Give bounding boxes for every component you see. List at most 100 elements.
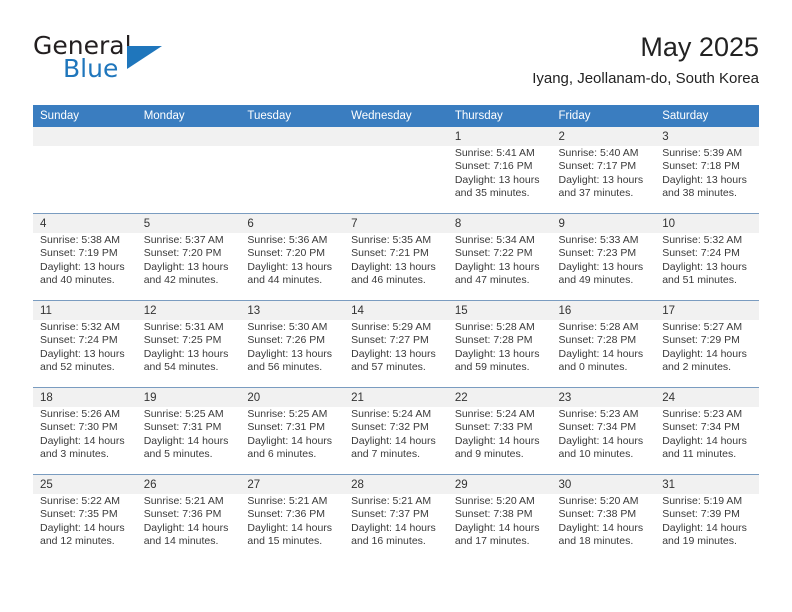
day-info-line: Daylight: 14 hours (662, 521, 747, 534)
day-info-line: Sunset: 7:20 PM (143, 247, 222, 260)
day-info-line: and 3 minutes. (40, 448, 109, 461)
day-info-line: and 49 minutes. (558, 274, 634, 287)
day-info-line: and 59 minutes. (454, 361, 530, 374)
day-number[interactable]: 6 (240, 213, 345, 233)
day-info-line: Daylight: 13 hours (351, 347, 436, 360)
day-info-line: Sunrise: 5:21 AM (247, 495, 328, 507)
day-info-line: Sunset: 7:31 PM (143, 421, 222, 434)
general-blue-logo[interactable]: General Blue (33, 32, 253, 90)
day-number[interactable]: 5 (136, 213, 241, 233)
day-info-line: Daylight: 14 hours (662, 434, 747, 447)
day-info-line: and 38 minutes. (662, 187, 737, 200)
day-number[interactable]: 4 (33, 213, 137, 233)
day-number[interactable]: 28 (344, 474, 448, 494)
day-info-line: Sunset: 7:34 PM (558, 421, 637, 434)
day-number[interactable]: 16 (551, 300, 656, 320)
day-number[interactable]: 1 (447, 127, 552, 146)
blue-triangle-logo-icon (127, 46, 162, 69)
day-cell: Sunrise: 5:28 AM Sunset: 7:28 PM Daylight:… (447, 320, 552, 388)
day-number[interactable]: 27 (240, 474, 345, 494)
day-info-line: Sunset: 7:16 PM (454, 160, 533, 173)
day-cell-empty (240, 146, 345, 214)
day-number[interactable]: 20 (240, 387, 345, 407)
day-info-line: and 9 minutes. (454, 448, 524, 461)
day-info-line: Sunrise: 5:21 AM (351, 495, 432, 507)
day-info-line: and 14 minutes. (143, 535, 219, 548)
day-info-line: Sunrise: 5:24 AM (351, 408, 432, 420)
day-number[interactable]: 24 (655, 387, 759, 407)
day-info-line: Sunrise: 5:26 AM (40, 408, 120, 420)
day-info-line: and 0 minutes. (558, 361, 628, 374)
day-number[interactable]: 14 (344, 300, 448, 320)
day-cell: Sunrise: 5:38 AM Sunset: 7:19 PM Daylight:… (33, 233, 137, 301)
day-number[interactable]: 10 (655, 213, 759, 233)
day-info-line: Daylight: 13 hours (558, 260, 644, 273)
day-number[interactable]: 17 (655, 300, 759, 320)
day-cell: Sunrise: 5:21 AM Sunset: 7:36 PM Daylight:… (240, 494, 345, 561)
day-number[interactable]: 22 (447, 387, 552, 407)
day-cell: Sunrise: 5:24 AM Sunset: 7:33 PM Daylight:… (447, 407, 552, 475)
day-cell: Sunrise: 5:35 AM Sunset: 7:21 PM Daylight:… (344, 233, 448, 301)
day-cell: Sunrise: 5:36 AM Sunset: 7:20 PM Daylight:… (240, 233, 345, 301)
day-info-line: and 11 minutes. (662, 448, 737, 461)
day-number[interactable]: 31 (655, 474, 759, 494)
day-info-line: Sunset: 7:39 PM (662, 508, 740, 521)
day-cell: Sunrise: 5:41 AM Sunset: 7:16 PM Daylight:… (447, 146, 552, 214)
day-number[interactable]: 15 (447, 300, 552, 320)
day-number[interactable]: 19 (136, 387, 241, 407)
day-number[interactable]: 13 (240, 300, 345, 320)
day-info-line: and 51 minutes. (662, 274, 737, 287)
day-info-line: Sunrise: 5:23 AM (558, 408, 639, 420)
day-info-line: Sunset: 7:25 PM (143, 334, 222, 347)
day-number[interactable]: 3 (655, 127, 759, 146)
day-info-line: Sunset: 7:29 PM (662, 334, 740, 347)
day-info-line: Sunset: 7:19 PM (40, 247, 118, 260)
day-info-line: Daylight: 13 hours (143, 347, 229, 360)
day-cell: Sunrise: 5:39 AM Sunset: 7:18 PM Daylight:… (655, 146, 759, 214)
day-number-empty (240, 127, 345, 146)
day-info-line: Sunrise: 5:20 AM (558, 495, 639, 507)
day-number[interactable]: 26 (136, 474, 241, 494)
day-info-line: Sunrise: 5:32 AM (40, 321, 120, 333)
day-info-line: Sunrise: 5:32 AM (662, 234, 743, 246)
weekday-header-friday: Friday (551, 105, 656, 127)
day-number[interactable]: 7 (344, 213, 448, 233)
day-number[interactable]: 12 (136, 300, 241, 320)
day-info-line: Daylight: 14 hours (662, 347, 747, 360)
day-info-line: Sunrise: 5:35 AM (351, 234, 432, 246)
day-info-line: and 37 minutes. (558, 187, 634, 200)
day-cell: Sunrise: 5:23 AM Sunset: 7:34 PM Daylight:… (551, 407, 656, 475)
day-number[interactable]: 23 (551, 387, 656, 407)
day-info-line: Sunrise: 5:38 AM (40, 234, 120, 246)
day-info-line: Sunrise: 5:24 AM (454, 408, 535, 420)
day-number[interactable]: 25 (33, 474, 137, 494)
day-cell: Sunrise: 5:30 AM Sunset: 7:26 PM Daylight:… (240, 320, 345, 388)
day-info-line: and 56 minutes. (247, 361, 323, 374)
day-number[interactable]: 29 (447, 474, 552, 494)
day-number[interactable]: 21 (344, 387, 448, 407)
day-info-line: Sunset: 7:37 PM (351, 508, 429, 521)
day-info-line: Sunrise: 5:22 AM (40, 495, 120, 507)
day-number[interactable]: 2 (551, 127, 656, 146)
day-number[interactable]: 8 (447, 213, 552, 233)
day-info-line: Sunrise: 5:20 AM (454, 495, 535, 507)
day-info-line: Sunrise: 5:25 AM (143, 408, 224, 420)
day-cell: Sunrise: 5:21 AM Sunset: 7:36 PM Daylight:… (136, 494, 241, 561)
day-info-line: Daylight: 14 hours (143, 434, 229, 447)
day-info-line: Daylight: 13 hours (662, 173, 747, 186)
day-info-line: Sunset: 7:36 PM (247, 508, 326, 521)
day-info-line: Sunrise: 5:28 AM (558, 321, 639, 333)
day-info-line: and 18 minutes. (558, 535, 634, 548)
calendar-page: General Blue May 2025 Iyang, Jeollanam-d… (0, 0, 792, 612)
day-number[interactable]: 11 (33, 300, 137, 320)
day-cell: Sunrise: 5:33 AM Sunset: 7:23 PM Daylight:… (551, 233, 656, 301)
day-cell: Sunrise: 5:25 AM Sunset: 7:31 PM Daylight:… (240, 407, 345, 475)
day-info-line: and 57 minutes. (351, 361, 426, 374)
day-number[interactable]: 30 (551, 474, 656, 494)
day-info-line: Sunrise: 5:23 AM (662, 408, 743, 420)
day-number[interactable]: 18 (33, 387, 137, 407)
day-number[interactable]: 9 (551, 213, 656, 233)
page-title: May 2025 (640, 32, 759, 62)
weekday-header-sunday: Sunday (33, 105, 137, 127)
day-info-line: Sunrise: 5:25 AM (247, 408, 328, 420)
